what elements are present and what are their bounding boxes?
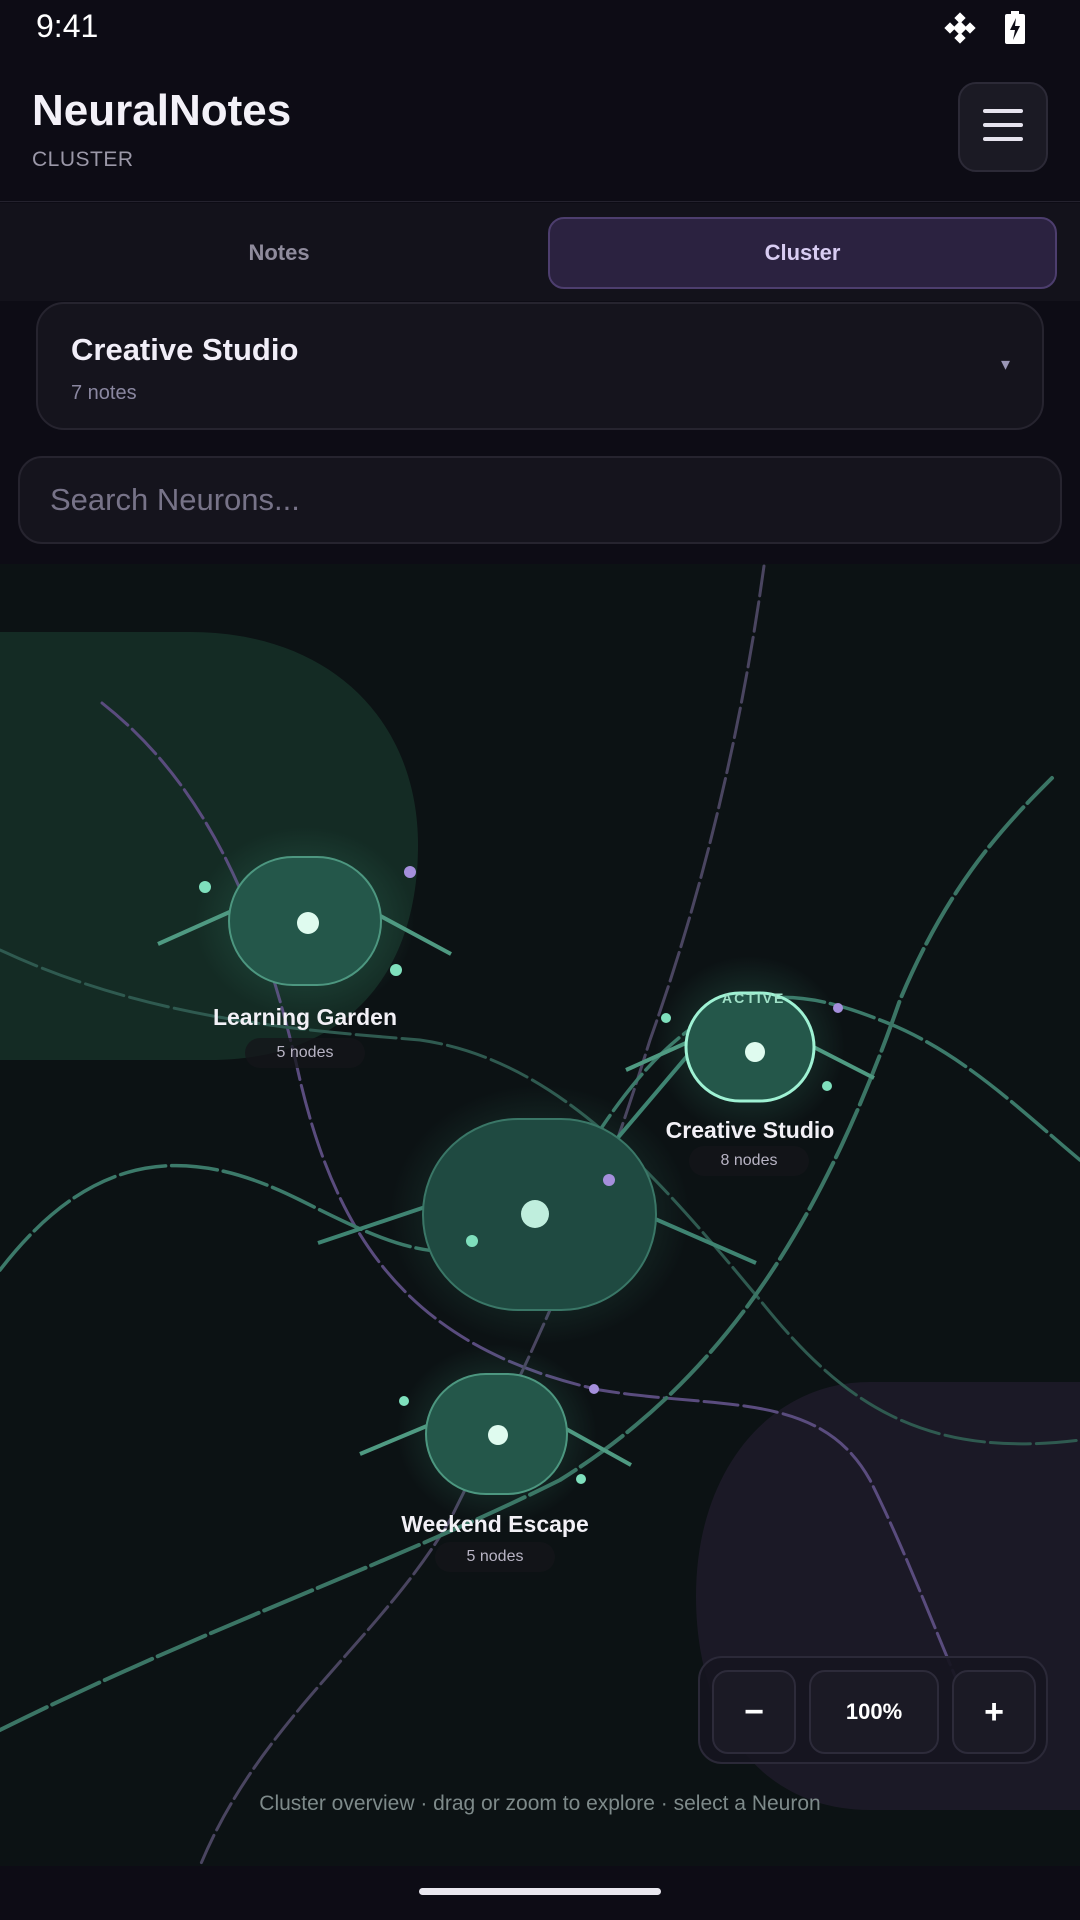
cluster-selector-title: Creative Studio [71, 332, 299, 367]
search-input[interactable] [18, 456, 1062, 544]
status-icons [942, 10, 1026, 51]
neuron-label-learning-garden: Learning Garden [212, 1004, 398, 1030]
app-subtitle: CLUSTER [32, 148, 134, 171]
home-indicator[interactable] [419, 1888, 661, 1895]
view-tabs: Notes Cluster [0, 203, 1080, 301]
cluster-selector-count: 7 notes [71, 382, 137, 404]
menu-button[interactable] [958, 82, 1048, 172]
hamburger-menu-icon [983, 107, 1023, 148]
neuron-count-weekend-escape: 5 nodes [435, 1542, 555, 1572]
satellite-icon [942, 10, 978, 51]
app-title: NeuralNotes [32, 86, 292, 135]
battery-charging-icon [1004, 11, 1026, 50]
chevron-down-icon: ▾ [1000, 354, 1010, 374]
tab-notes[interactable]: Notes [20, 217, 538, 289]
cluster-selector[interactable]: Creative Studio 7 notes ▾ [36, 302, 1044, 430]
status-bar: 9:41 [0, 0, 1080, 56]
map-hint: Cluster overview · drag or zoom to explo… [259, 1792, 821, 1815]
zoom-out-button[interactable]: − [712, 1670, 796, 1754]
neuron-count-creative-studio: 8 nodes [689, 1146, 809, 1176]
zoom-in-button[interactable]: + [952, 1670, 1036, 1754]
neuron-label-weekend-escape: Weekend Escape [401, 1511, 589, 1537]
zoom-controls: − 100% + [698, 1656, 1048, 1764]
neuron-label-creative-studio: Creative Studio [665, 1117, 835, 1143]
status-time: 9:41 [36, 8, 99, 44]
neuron-count-learning-garden: 5 nodes [245, 1038, 365, 1068]
tab-cluster[interactable]: Cluster [548, 217, 1057, 289]
app-header: NeuralNotes CLUSTER [0, 56, 1080, 202]
zoom-level[interactable]: 100% [809, 1670, 939, 1754]
active-badge: ACTIVE [722, 990, 786, 1006]
